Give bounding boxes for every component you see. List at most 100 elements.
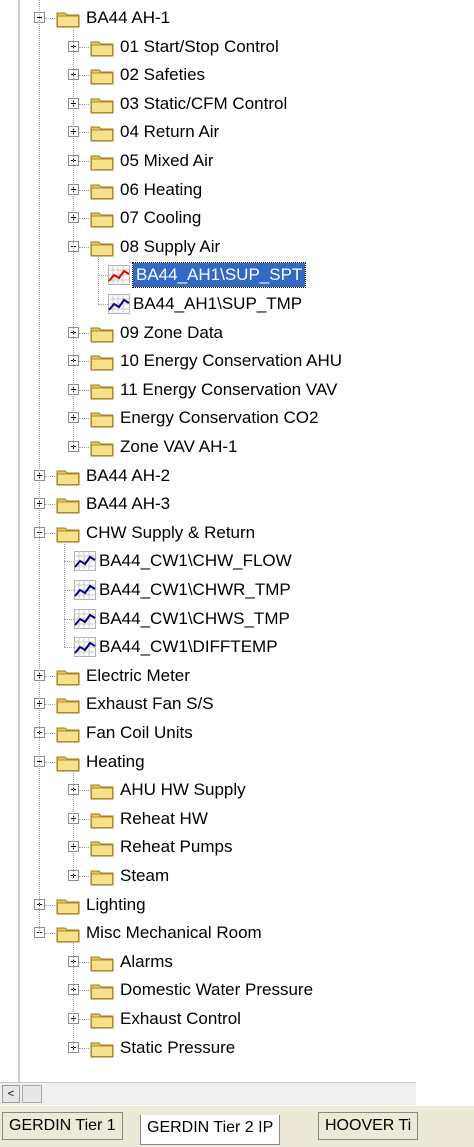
folder-icon — [90, 152, 114, 171]
tree-item[interactable]: BA44_CW1\CHWS_TMP — [0, 605, 416, 633]
tree-connector — [79, 418, 89, 420]
tree-connector — [45, 675, 55, 677]
tree-item[interactable]: Lighting — [0, 891, 416, 919]
tree-item[interactable]: Heating — [0, 748, 416, 776]
trend-chart-icon — [74, 608, 96, 629]
tree-item[interactable]: Reheat HW — [0, 805, 416, 833]
tree-connector — [79, 103, 89, 105]
folder-icon — [90, 953, 114, 972]
tree-item[interactable]: Alarms — [0, 948, 416, 976]
tree-item-label: 03 Static/CFM Control — [120, 93, 288, 113]
tree-item-label: Static Pressure — [120, 1037, 236, 1057]
folder-icon — [90, 324, 114, 343]
tree-connector — [79, 790, 89, 792]
tree-item-label: 11 Energy Conservation VAV — [120, 379, 338, 399]
tree-item-label: BA44_CW1\DIFFTEMP — [99, 637, 278, 657]
tree-guide-line — [98, 254, 99, 304]
tree-connector — [79, 847, 89, 849]
tree-connector — [79, 876, 89, 877]
tree-item[interactable]: BA44 AH-2 — [0, 462, 416, 490]
tree-item[interactable]: 10 Energy Conservation AHU — [0, 347, 416, 375]
tree-item[interactable]: Static Pressure — [0, 1034, 416, 1062]
folder-icon — [56, 524, 80, 543]
tree-item-label: BA44_AH1\SUP_TMP — [133, 294, 303, 313]
tree-item[interactable]: BA44_AH1\SUP_SPT — [0, 261, 416, 289]
tree-item[interactable]: 09 Zone Data — [0, 319, 416, 347]
tree-item[interactable]: BA44_AH1\SUP_TMP — [0, 290, 416, 318]
tree-connector — [79, 46, 89, 48]
tree-item-label: Steam — [120, 866, 170, 885]
tree-connector — [79, 218, 89, 220]
tree-guide-line — [73, 769, 74, 876]
tree-item[interactable]: Misc Mechanical Room — [0, 919, 416, 947]
tree-item[interactable]: BA44 AH-3 — [0, 490, 416, 518]
tree-item[interactable]: AHU HW Supply — [0, 776, 416, 804]
tree-item[interactable]: BA44_CW1\CHW_FLOW — [0, 547, 416, 575]
tree-item-label: Reheat Pumps — [120, 837, 233, 857]
tab-0[interactable]: GERDIN Tier 1 — [2, 1112, 123, 1140]
folder-icon — [90, 238, 114, 257]
tree-item-label: BA44_CW1\CHWR_TMP — [99, 580, 291, 599]
tree-connector — [79, 1047, 89, 1049]
tree-item-label: 07 Cooling — [120, 208, 202, 228]
tree-connector — [45, 475, 55, 477]
tree-item-label: BA44_AH1\SUP_SPT — [131, 262, 307, 289]
tree-item[interactable]: Energy Conservation CO2 — [0, 404, 416, 432]
folder-icon — [90, 810, 114, 829]
tab-1[interactable]: GERDIN Tier 2 IP — [140, 1115, 281, 1145]
tree-item[interactable]: CHW Supply & Return — [0, 519, 416, 547]
tree-item[interactable]: 03 Static/CFM Control — [0, 90, 416, 118]
folder-icon — [90, 95, 114, 114]
folder-icon — [90, 352, 114, 371]
folder-icon — [90, 781, 114, 800]
folder-icon — [90, 1010, 114, 1029]
tree-item[interactable]: 11 Energy Conservation VAV — [0, 376, 416, 404]
tree-item[interactable]: 04 Return Air — [0, 118, 416, 146]
tree-item-label: Exhaust Control — [120, 1009, 241, 1028]
tree-item[interactable]: 07 Cooling — [0, 204, 416, 232]
trend-chart-icon — [108, 265, 130, 286]
tree-guide-line — [39, 0, 40, 934]
tree-item-label: Fan Coil Units — [86, 723, 193, 742]
trend-chart-icon — [108, 294, 130, 314]
tree-item[interactable]: Steam — [0, 862, 416, 890]
tab-strip: GERDIN Tier 1 GERDIN Tier 2 IP HOOVER Ti — [0, 1106, 474, 1147]
tree-item[interactable]: Reheat Pumps — [0, 833, 416, 861]
tree-item[interactable]: BA44 AH-1 — [0, 4, 416, 32]
tree-item-label: BA44_CW1\CHWS_TMP — [99, 608, 290, 628]
tree-connector — [79, 332, 89, 334]
tree-item[interactable]: 01 Start/Stop Control — [0, 33, 416, 61]
tab-2[interactable]: HOOVER Ti — [318, 1112, 419, 1140]
folder-icon — [56, 724, 80, 743]
horizontal-scrollbar[interactable]: < — [0, 1082, 416, 1105]
tree-view[interactable]: BA44 AH-1 01 Start/Stop Control 02 Safetie… — [0, 0, 438, 1082]
tree-item-label: BA44 AH-3 — [86, 494, 171, 514]
tree-item[interactable]: BA44_CW1\CHWR_TMP — [0, 576, 416, 604]
tree-item[interactable]: Zone VAV AH-1 — [0, 433, 416, 461]
tree-connector — [45, 504, 55, 506]
torn-edge-decoration — [430, 0, 474, 1147]
tree-connector — [79, 447, 89, 448]
tree-connector — [64, 590, 74, 591]
trend-chart-icon — [74, 637, 96, 658]
tree-item[interactable]: 02 Safeties — [0, 61, 416, 89]
tree-connector — [79, 818, 89, 820]
tree-guide-line — [73, 941, 74, 1048]
tree-item[interactable]: Electric Meter — [0, 662, 416, 690]
tree-item[interactable]: BA44_CW1\DIFFTEMP — [0, 633, 416, 661]
tree-item[interactable]: Exhaust Fan S/S — [0, 690, 416, 718]
scroll-left-arrow-icon[interactable]: < — [2, 1085, 20, 1103]
tree-item[interactable]: Domestic Water Pressure — [0, 976, 416, 1004]
tree-item[interactable]: 06 Heating — [0, 176, 416, 204]
tree-item-label: 02 Safeties — [120, 65, 206, 85]
tree-item-label: Alarms — [120, 951, 173, 971]
tree-item-label: Reheat HW — [120, 808, 208, 828]
tree-connector — [79, 161, 89, 162]
tree-item[interactable]: 08 Supply Air — [0, 233, 416, 261]
folder-icon — [90, 438, 114, 457]
tree-item[interactable]: 05 Mixed Air — [0, 147, 416, 175]
tree-item[interactable]: Fan Coil Units — [0, 719, 416, 747]
scroll-thumb[interactable] — [22, 1085, 42, 1103]
tree-item[interactable]: Exhaust Control — [0, 1005, 416, 1033]
folder-icon — [56, 896, 80, 915]
